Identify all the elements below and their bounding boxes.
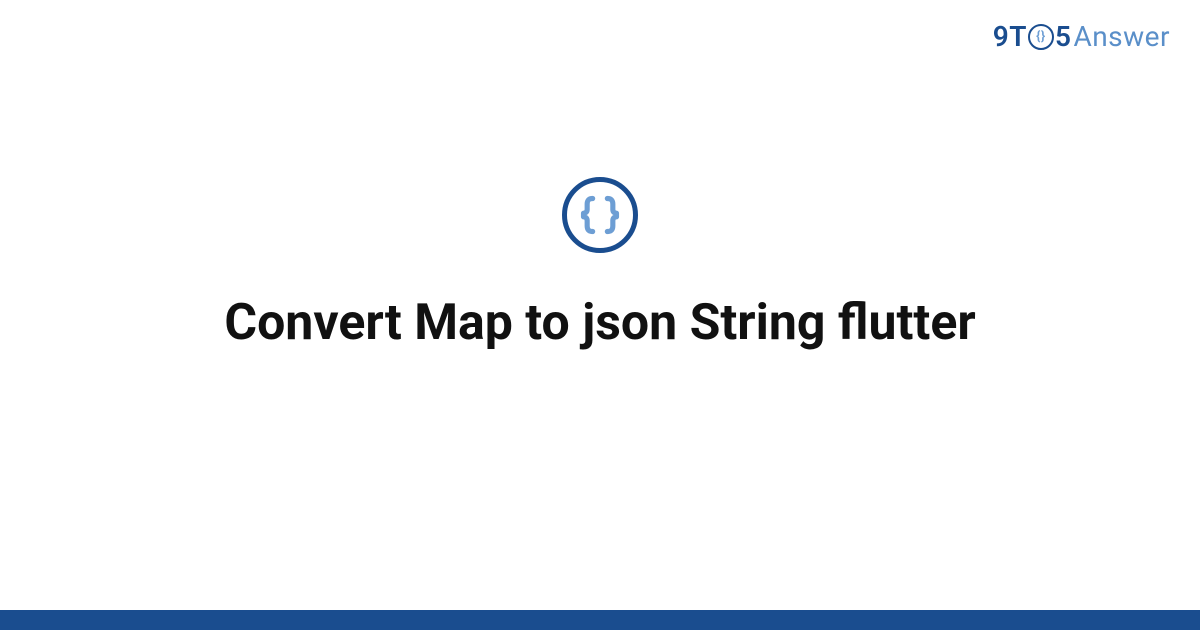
category-code-icon: [562, 177, 638, 253]
main-content: Convert Map to json String flutter: [0, 0, 1200, 630]
page-title: Convert Map to json String flutter: [184, 293, 1015, 353]
braces-icon: [578, 193, 622, 237]
footer-accent-bar: [0, 610, 1200, 630]
